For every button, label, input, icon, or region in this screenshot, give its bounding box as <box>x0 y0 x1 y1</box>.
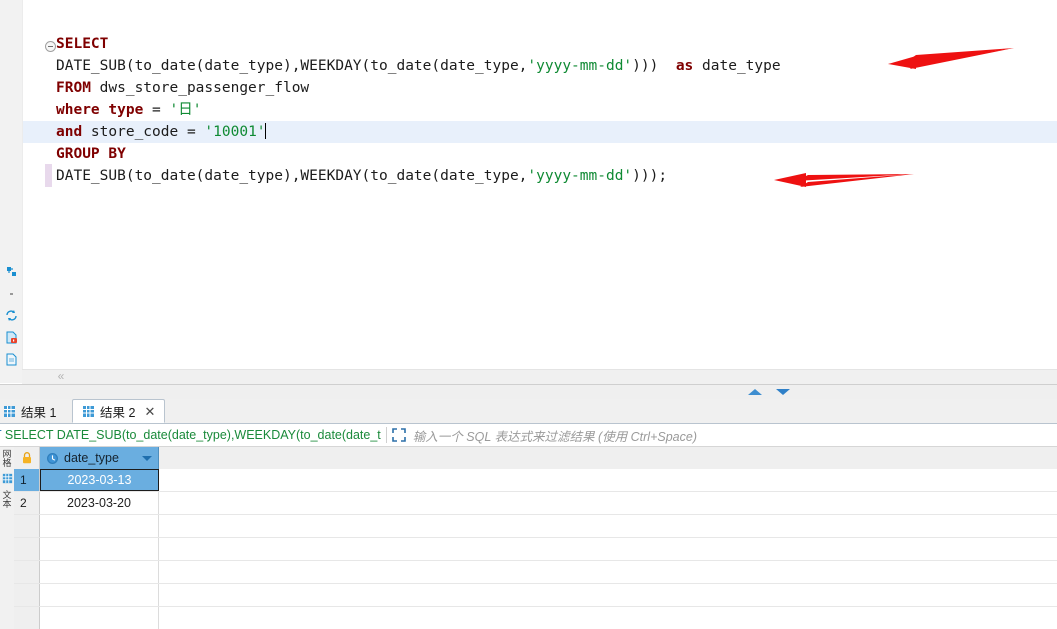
result-tab-2[interactable]: 结果 2 ✕ <box>72 399 166 423</box>
close-icon[interactable]: ✕ <box>144 405 155 418</box>
table-row[interactable]: 1 2023-03-13 <box>14 469 1057 492</box>
text-view-tab-label[interactable]: 文本 <box>1 490 14 508</box>
grid-row-empty-space <box>159 538 1057 560</box>
sql-token-plain: DATE_SUB(to_date(date_type),WEEKDAY(to_d… <box>56 168 528 184</box>
filter-input-placeholder[interactable]: 输入一个 SQL 表达式来过滤结果 (使用 Ctrl+Space) <box>413 426 697 445</box>
sql-token-plain: date_type <box>693 58 781 74</box>
sql-line-6[interactable]: GROUP BY <box>23 143 1057 165</box>
expand-panel-arrow-icon[interactable] <box>776 389 790 395</box>
grid-column-header-date-type[interactable]: date_type <box>40 447 159 469</box>
grid-icon <box>83 405 94 417</box>
grid-row-empty-space <box>159 469 1057 491</box>
grid-row-empty-space <box>159 607 1057 629</box>
filter-divider <box>385 427 387 443</box>
result-tab-1[interactable]: 结果 1 <box>0 399 66 423</box>
refresh-icon[interactable] <box>5 309 18 322</box>
grid-row-empty-space <box>159 584 1057 606</box>
grid-view-icon[interactable] <box>2 473 13 484</box>
sql-token-kw: SELECT <box>56 36 109 52</box>
sql-token-plain: store_code = <box>82 124 205 140</box>
expand-icon[interactable] <box>391 428 406 442</box>
panel-splitter-arrows <box>748 389 790 395</box>
chevron-down-icon[interactable] <box>142 455 152 461</box>
sql-token-kw: GROUP BY <box>56 146 126 162</box>
annotation-arrow-top <box>888 48 1014 69</box>
row-number[interactable]: 1 <box>14 469 40 491</box>
sql-line-4[interactable]: where type = '日' <box>23 99 1057 121</box>
result-view-switcher: 网格 文本 <box>0 447 15 629</box>
text-caret <box>264 123 266 139</box>
filter-prefix-sql: SELECT DATE_SUB(to_date(date_type),WEEKD… <box>4 428 381 442</box>
row-number-empty <box>14 607 40 629</box>
sql-token-str: 'yyyy-mm-dd' <box>527 58 633 74</box>
row-number-empty <box>14 515 40 537</box>
filter-query-text: T SELECT DATE_SUB(to_date(date_type),WEE… <box>0 428 381 442</box>
clock-icon <box>47 452 58 464</box>
sql-token-kw: FROM <box>56 80 91 96</box>
sql-token-plain: = <box>143 102 170 118</box>
row-number-empty <box>14 561 40 583</box>
table-row[interactable]: 2 2023-03-20 <box>14 492 1057 515</box>
editor-left-toolbar <box>0 0 23 383</box>
result-tab-2-label: 结果 2 <box>100 405 136 420</box>
grid-view-tab-label[interactable]: 网格 <box>1 449 14 467</box>
sql-client-window: SELECT DATE_SUB(to_date(date_type),WEEKDA… <box>0 0 1057 629</box>
stop-execution-icon[interactable] <box>5 331 18 344</box>
grid-header-row: date_type <box>14 447 1057 470</box>
grid-cell-date-type[interactable]: 2023-03-20 <box>40 492 159 514</box>
collapse-panel-arrow-icon[interactable] <box>748 389 762 395</box>
result-view-tabs: 网格 文本 <box>1 449 13 508</box>
filter-prefix-keyword: T <box>0 428 1 442</box>
editor-horizontal-scrollbar[interactable]: « <box>22 369 1057 385</box>
table-row-empty <box>14 561 1057 584</box>
grid-row-empty-space <box>159 515 1057 537</box>
grid-header-gutter <box>14 447 40 469</box>
table-row-empty <box>14 538 1057 561</box>
sql-token-kw: and <box>56 124 83 140</box>
sql-token-str: '日' <box>169 102 202 118</box>
row-number-empty <box>14 584 40 606</box>
grid-body[interactable]: 1 2023-03-13 2 2023-03-20 <box>14 469 1057 629</box>
sql-token-plain: DATE_SUB(to_date(date_type),WEEKDAY(to_d… <box>56 58 528 74</box>
dot-separator-icon <box>5 287 18 300</box>
sql-token-kw: where type <box>56 102 144 118</box>
grid-column-header-label: date_type <box>64 451 119 465</box>
lock-icon[interactable] <box>22 452 32 464</box>
result-grid[interactable]: date_type 1 2023-03-13 2 2023-03-20 <box>14 447 1057 629</box>
row-number[interactable]: 2 <box>14 492 40 514</box>
sql-line-5[interactable]: and store_code = '10001' <box>23 121 1057 143</box>
grid-cell-empty <box>40 538 159 560</box>
grid-cell-empty <box>40 607 159 629</box>
sql-token-str: 'yyyy-mm-dd' <box>527 168 633 184</box>
grid-cell-empty <box>40 515 159 537</box>
annotation-arrow-bottom <box>774 173 914 187</box>
grid-cell-empty <box>40 561 159 583</box>
grid-cell-date-type[interactable]: 2023-03-13 <box>40 469 159 491</box>
table-row-empty <box>14 607 1057 629</box>
grid-icon <box>4 405 15 417</box>
database-connection-icon[interactable] <box>5 265 18 278</box>
result-tabs: 结果 1 结果 2 ✕ <box>0 399 1057 424</box>
export-results-icon[interactable] <box>5 353 18 366</box>
editor-toolbar-icons <box>1 265 21 366</box>
row-number-empty <box>14 538 40 560</box>
grid-cell-empty <box>40 584 159 606</box>
table-row-empty <box>14 584 1057 607</box>
sql-token-str: '10001' <box>204 124 266 140</box>
sql-token-plain: dws_store_passenger_flow <box>90 80 310 96</box>
grid-row-empty-space <box>159 561 1057 583</box>
result-filter-bar[interactable]: T SELECT DATE_SUB(to_date(date_type),WEE… <box>0 424 1057 447</box>
sql-token-kw: as <box>675 58 694 74</box>
scroll-left-icon[interactable]: « <box>54 369 68 383</box>
sql-token-plain: ))); <box>632 168 668 184</box>
result-tab-1-label: 结果 1 <box>21 405 57 420</box>
sql-token-plain: ))) <box>632 58 676 74</box>
sql-line-3[interactable]: FROM dws_store_passenger_flow <box>23 77 1057 99</box>
grid-row-empty-space <box>159 492 1057 514</box>
table-row-empty <box>14 515 1057 538</box>
